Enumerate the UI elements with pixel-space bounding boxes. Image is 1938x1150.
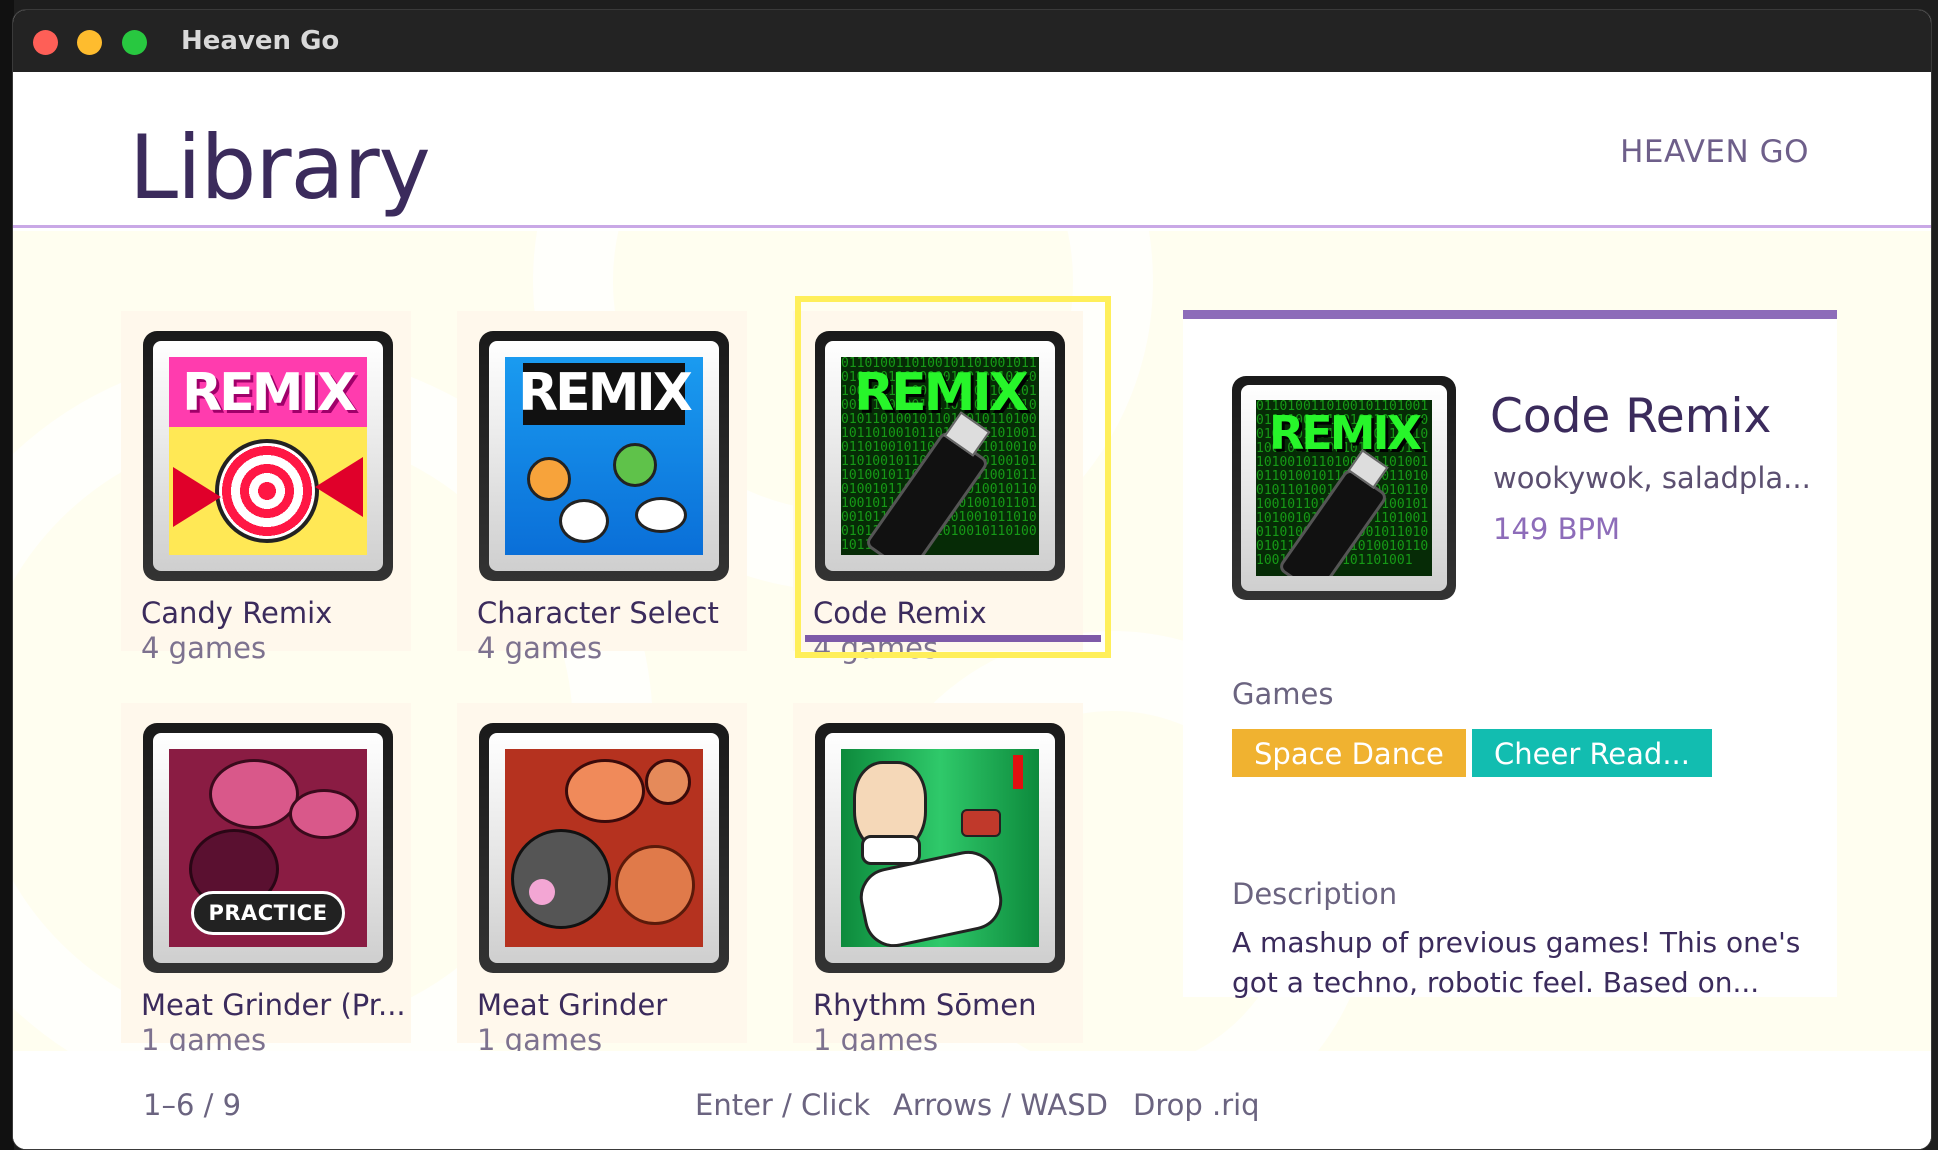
tile-name: Candy Remix xyxy=(141,596,333,630)
footer-bar: 1–6 / 9 Enter / Click Arrows / WASD Drop… xyxy=(13,1051,1931,1149)
window-title: Heaven Go xyxy=(181,26,340,56)
app-window: Heaven Go Library HEAVEN GO REMIX Candy … xyxy=(12,9,1932,1150)
tile-art-frame: REMIX xyxy=(479,331,729,581)
detail-art-frame: 0110100110100101101001011010010110100101… xyxy=(1232,376,1456,600)
game-chip-space-dance[interactable]: Space Dance xyxy=(1232,729,1466,777)
library-tile-character-select[interactable]: REMIX Character Select 4 games xyxy=(457,311,747,665)
tile-art-frame xyxy=(479,723,729,973)
close-window-button[interactable] xyxy=(33,30,58,55)
tile-art-frame: PRACTICE xyxy=(143,723,393,973)
hint-enter-click: Enter / Click xyxy=(695,1088,871,1122)
library-tile-meat-grinder-practice[interactable]: PRACTICE Meat Grinder (Pr... 1 games xyxy=(121,703,411,1051)
description-section-label: Description xyxy=(1232,877,1398,911)
brand-label: HEAVEN GO xyxy=(1620,134,1809,170)
detail-artist: wookywok, saladpla... xyxy=(1493,461,1811,495)
tile-art-frame xyxy=(815,723,1065,973)
game-chip-cheer-readers[interactable]: Cheer Read... xyxy=(1472,729,1712,777)
meat-grinder-icon xyxy=(505,749,703,947)
tile-name: Meat Grinder xyxy=(477,988,668,1022)
page-indicator: 1–6 / 9 xyxy=(143,1088,242,1122)
tile-name: Character Select xyxy=(477,596,719,630)
library-tile-rhythm-somen[interactable]: Rhythm Sōmen 1 games xyxy=(793,703,1083,1051)
tile-game-count: 4 games xyxy=(477,631,603,665)
zoom-window-button[interactable] xyxy=(122,30,147,55)
tile-game-count: 1 games xyxy=(141,1023,267,1051)
tile-game-count: 1 games xyxy=(477,1023,603,1051)
page-title: Library xyxy=(129,116,431,219)
library-tile-meat-grinder[interactable]: Meat Grinder 1 games xyxy=(457,703,747,1051)
characters-icon: REMIX xyxy=(505,357,703,555)
library-area: REMIX Candy Remix 4 games REMIX Characte… xyxy=(13,231,1931,1051)
tile-name: Meat Grinder (Pr... xyxy=(141,988,406,1022)
tile-art-frame: REMIX xyxy=(143,331,393,581)
detail-description: A mashup of previous games! This one's g… xyxy=(1232,926,1801,999)
title-bar[interactable]: Heaven Go xyxy=(13,10,1931,72)
candy-icon: REMIX xyxy=(169,357,367,555)
usb-drive-icon: 0110100110100101101001011010010110100101… xyxy=(1256,400,1432,576)
app-content: Library HEAVEN GO REMIX Candy Remix 4 ga… xyxy=(13,72,1931,1149)
selection-outline xyxy=(795,296,1111,658)
games-section-label: Games xyxy=(1232,677,1334,711)
hint-drop-riq: Drop .riq xyxy=(1133,1088,1260,1122)
selection-indicator xyxy=(805,635,1101,642)
somen-man-icon xyxy=(841,749,1039,947)
page-header: Library HEAVEN GO xyxy=(13,72,1931,228)
library-tile-candy-remix[interactable]: REMIX Candy Remix 4 games xyxy=(121,311,411,665)
detail-panel: 0110100110100101101001011010010110100101… xyxy=(1183,310,1837,999)
tile-game-count: 4 games xyxy=(141,631,267,665)
detail-bpm: 149 BPM xyxy=(1493,512,1620,546)
detail-title: Code Remix xyxy=(1490,389,1772,444)
hint-arrows-wasd: Arrows / WASD xyxy=(893,1088,1108,1122)
meat-grinder-icon: PRACTICE xyxy=(169,749,367,947)
minimize-window-button[interactable] xyxy=(77,30,102,55)
tile-game-count: 1 games xyxy=(813,1023,939,1051)
tile-name: Rhythm Sōmen xyxy=(813,988,1037,1022)
